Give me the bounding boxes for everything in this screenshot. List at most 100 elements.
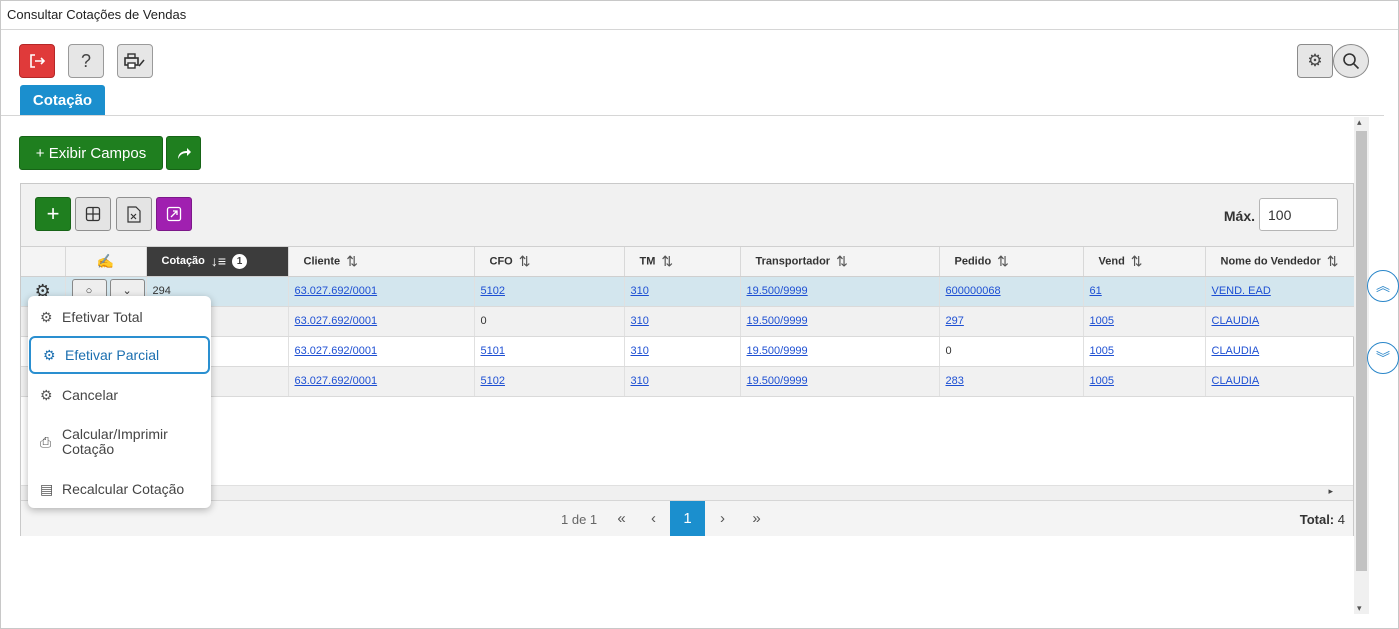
nome-link[interactable]: VEND. EAD [1212,285,1271,297]
quotes-table: ✍ Cotação ↓≡ 1 Cliente ⇅ CFO ⇅ TM ⇅ Transport… [21,247,1355,397]
menu-item-calcular-imprimir[interactable]: ⎙ Calcular/Imprimir Cotação [28,420,211,464]
cell-vend: 1005 [1083,306,1206,337]
cell-cliente: 63.027.692/0001 [288,336,475,367]
show-fields-button[interactable]: + Exibir Campos [19,136,163,170]
column-header-tm[interactable]: TM ⇅ [624,247,741,277]
cell-nome: VEND. EAD [1205,276,1355,307]
vend-link[interactable]: 1005 [1090,345,1114,357]
column-header-cfo[interactable]: CFO ⇅ [474,247,625,277]
table-row[interactable]: 63.027.692/0001 5101 310 19.500/9999 0 1… [21,336,1355,367]
menu-item-cancelar[interactable]: ⚙ Cancelar [28,376,211,414]
pedido-link[interactable]: 283 [946,375,964,387]
cell-cliente: 63.027.692/0001 [288,366,475,397]
table-row[interactable]: ⚙ ○ ⌄ 294 63.027.692/0001 5102 310 19.50… [21,276,1355,307]
plus-icon: + [46,201,60,226]
tm-link[interactable]: 310 [631,375,649,387]
pedido-link[interactable]: 600000068 [946,285,1001,297]
share-button[interactable] [166,136,201,170]
column-header-vend[interactable]: Vend ⇅ [1083,247,1206,277]
cliente-link[interactable]: 63.027.692/0001 [295,345,378,357]
page-button-current[interactable]: 1 [670,501,705,536]
column-header-pedido[interactable]: Pedido ⇅ [939,247,1084,277]
column-label: Nome do Vendedor [1220,255,1321,268]
app-window: Consultar Cotações de Vendas ? ⚙ Cotação… [0,0,1399,629]
column-header-transportador[interactable]: Transportador ⇅ [740,247,940,277]
print-edit-button[interactable] [117,44,153,78]
horizontal-scrollbar[interactable]: ▸ [21,485,1353,500]
menu-item-recalcular[interactable]: ▤ Recalcular Cotação [28,470,211,508]
pedido-link[interactable]: 297 [946,315,964,327]
add-button[interactable]: + [35,197,71,231]
cliente-link[interactable]: 63.027.692/0001 [295,315,378,327]
cfo-link[interactable]: 5101 [481,345,505,357]
tm-link[interactable]: 310 [631,285,649,297]
max-input[interactable]: 100 [1259,198,1338,231]
nome-link[interactable]: CLAUDIA [1212,375,1260,387]
scroll-right-icon[interactable]: ▸ [1328,486,1333,497]
expand-button[interactable] [156,197,192,231]
tab-cotacao[interactable]: Cotação [20,85,105,116]
columns-button[interactable] [75,197,111,231]
vertical-scrollbar[interactable]: ▴ ▾ [1354,117,1369,614]
search-button[interactable] [1333,44,1369,78]
column-header-cotacao[interactable]: Cotação ↓≡ 1 [146,247,289,277]
cell-transportador: 19.500/9999 [740,336,940,367]
table-row[interactable]: 63.027.692/0001 5102 310 19.500/9999 283… [21,366,1355,397]
menu-item-label: Calcular/Imprimir Cotação [62,426,168,457]
cell-nome: CLAUDIA [1205,336,1355,367]
search-icon [1343,53,1360,70]
scroll-top-button[interactable]: ︽ [1367,270,1399,302]
nome-link[interactable]: CLAUDIA [1212,345,1260,357]
prev-page-button[interactable]: ‹ [636,501,671,536]
gear-icon: ⚙ [43,346,56,363]
cell-transportador: 19.500/9999 [740,306,940,337]
transportador-link[interactable]: 19.500/9999 [747,345,808,357]
column-label: CFO [489,255,513,268]
cell-transportador: 19.500/9999 [740,276,940,307]
first-page-button[interactable]: « [604,501,639,536]
scroll-bottom-button[interactable]: ︾ [1367,342,1399,374]
menu-item-efetivar-total[interactable]: ⚙ Efetivar Total [28,298,211,336]
scroll-up-icon[interactable]: ▴ [1357,117,1362,128]
cell-pedido: 0 [939,336,1084,367]
transportador-link[interactable]: 19.500/9999 [747,285,808,297]
signature-icon: ✍ [96,252,115,269]
excel-file-icon [127,205,141,223]
exit-button[interactable] [19,44,55,78]
last-page-button[interactable]: » [739,501,774,536]
column-header-actions [21,247,66,277]
menu-item-efetivar-parcial[interactable]: ⚙ Efetivar Parcial [29,336,210,374]
chevron-right-icon: › [720,510,725,527]
transportador-link[interactable]: 19.500/9999 [747,375,808,387]
column-label: TM [639,255,656,268]
cell-cfo: 0 [474,306,625,337]
document-icon: ▤ [40,480,54,497]
transportador-link[interactable]: 19.500/9999 [747,315,808,327]
cfo-link[interactable]: 5102 [481,375,505,387]
export-excel-button[interactable] [116,197,152,231]
cfo-link[interactable]: 5102 [481,285,505,297]
nome-link[interactable]: CLAUDIA [1212,315,1260,327]
vend-link[interactable]: 61 [1090,285,1102,297]
next-page-button[interactable]: › [705,501,740,536]
cell-tm: 310 [624,336,741,367]
sort-icon: ⇅ [1326,252,1339,269]
help-button[interactable]: ? [68,44,104,78]
scroll-down-icon[interactable]: ▾ [1357,603,1362,614]
vend-link[interactable]: 1005 [1090,375,1114,387]
grid-toolbar: + Máx. 100 [21,184,1353,247]
scrollbar-thumb[interactable] [1356,131,1367,571]
column-header-cliente[interactable]: Cliente ⇅ [288,247,475,277]
tm-link[interactable]: 310 [631,345,649,357]
vend-link[interactable]: 1005 [1090,315,1114,327]
cliente-link[interactable]: 63.027.692/0001 [295,375,378,387]
double-chevron-up-icon: ︽ [1376,278,1390,294]
menu-item-label: Efetivar Total [62,309,143,325]
cliente-link[interactable]: 63.027.692/0001 [295,285,378,297]
cell-pedido: 283 [939,366,1084,397]
column-header-nome-vendedor[interactable]: Nome do Vendedor ⇅ [1205,247,1355,277]
tm-link[interactable]: 310 [631,315,649,327]
table-row[interactable]: 63.027.692/0001 0 310 19.500/9999 297 10… [21,306,1355,337]
column-header-signature[interactable]: ✍ [65,247,147,277]
settings-button[interactable]: ⚙ [1297,44,1333,78]
